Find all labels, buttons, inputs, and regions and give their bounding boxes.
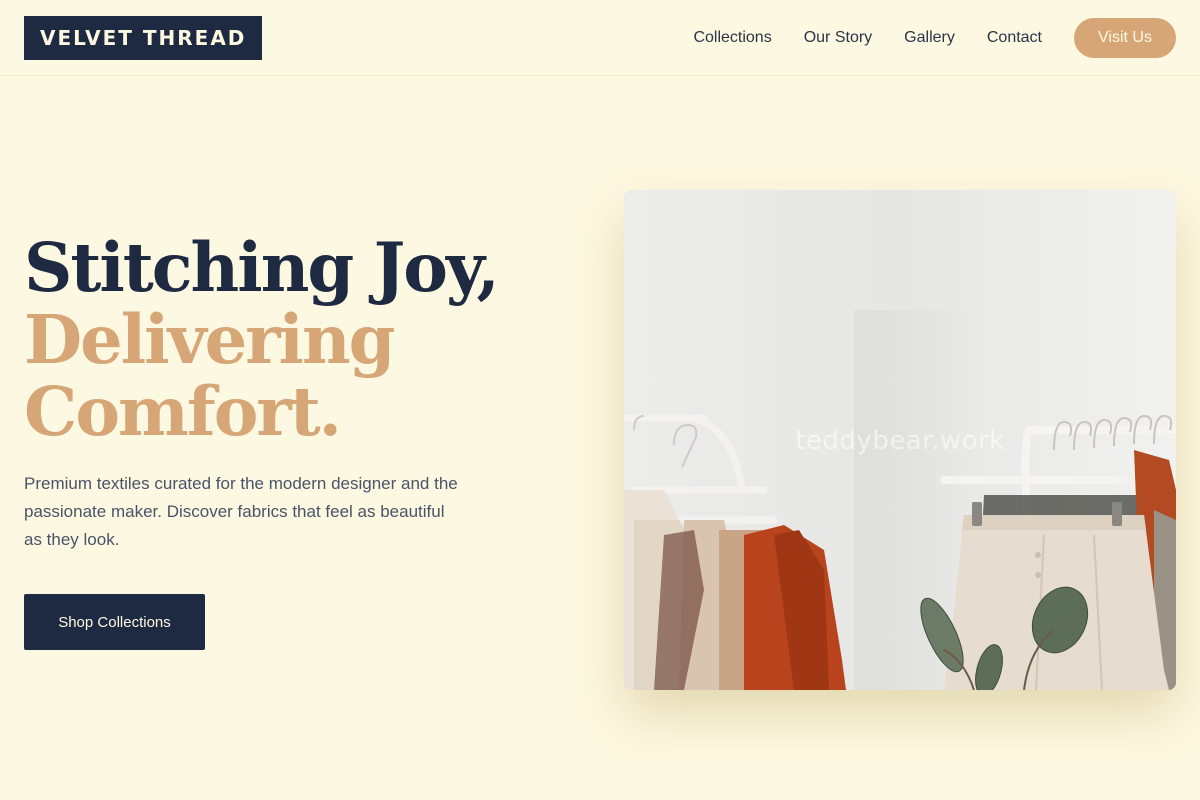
nav-link-contact[interactable]: Contact xyxy=(987,29,1042,47)
hero-description: Premium textiles curated for the modern … xyxy=(24,474,458,549)
shop-collections-button[interactable]: Shop Collections xyxy=(24,594,205,650)
headline-line-3: Comfort. xyxy=(24,372,342,451)
headline-line-2: Delivering xyxy=(24,300,396,379)
site-header: VELVET THREAD Collections Our Story Gall… xyxy=(0,0,1200,76)
hero-copy: Stitching Joy, Delivering Comfort. Premi… xyxy=(24,232,504,554)
hero-clothing-rack-image: teddybear.work xyxy=(624,190,1176,690)
brand-logo[interactable]: VELVET THREAD xyxy=(24,15,263,60)
nav-link-gallery[interactable]: Gallery xyxy=(904,29,955,47)
nav-link-our-story[interactable]: Our Story xyxy=(804,29,872,47)
hero-headline: Stitching Joy, Delivering Comfort. xyxy=(24,232,504,448)
image-watermark: teddybear.work xyxy=(795,426,1005,456)
headline-line-1: Stitching Joy, xyxy=(24,228,500,307)
nav-link-collections[interactable]: Collections xyxy=(693,29,771,47)
visit-us-button[interactable]: Visit Us xyxy=(1074,17,1176,58)
main-nav: Collections Our Story Gallery Contact Vi… xyxy=(693,17,1176,58)
